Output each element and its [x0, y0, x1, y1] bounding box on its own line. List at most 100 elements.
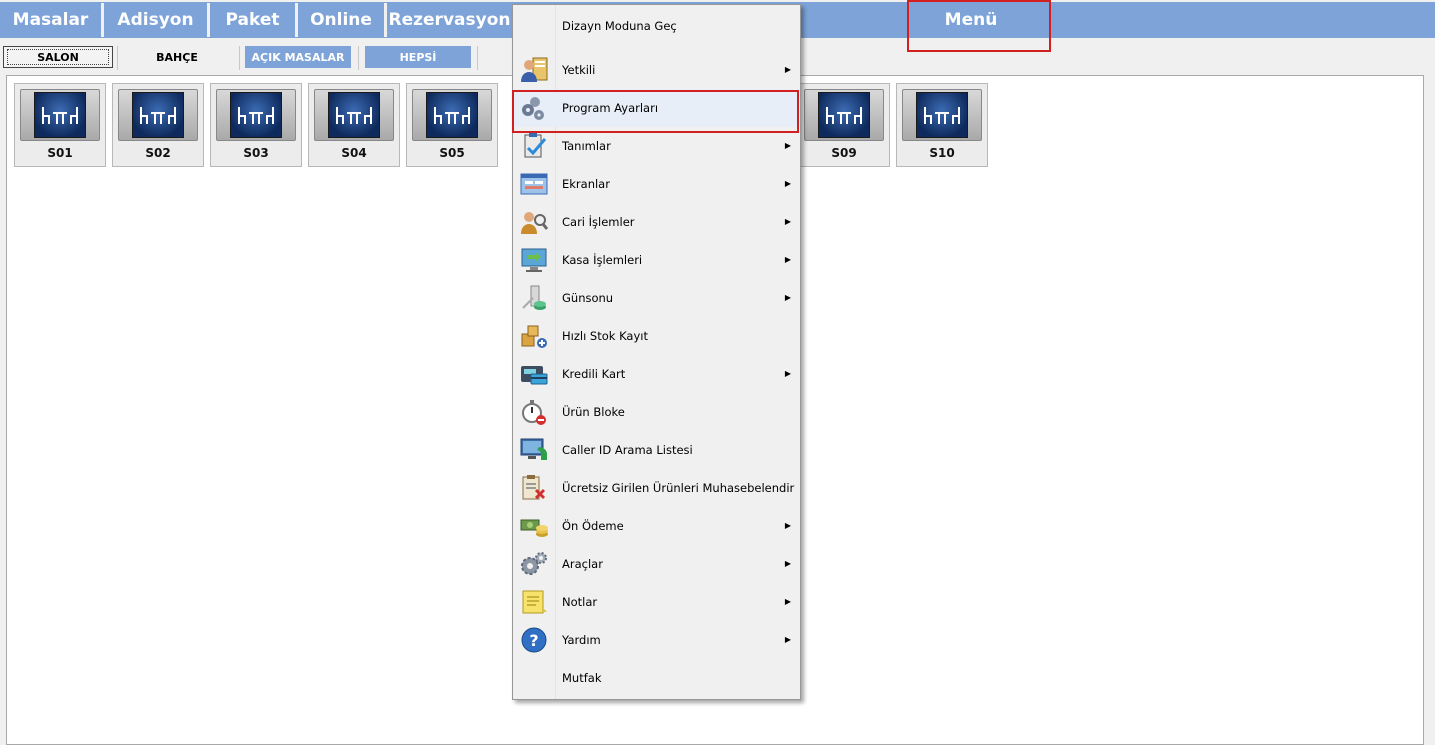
svg-text:?: ?	[529, 631, 538, 650]
tab-online[interactable]: Online	[298, 3, 387, 37]
tab-divider	[477, 46, 478, 70]
table-image	[314, 89, 394, 141]
tab-divider	[117, 46, 118, 70]
table-chairs-icon	[238, 107, 274, 124]
menu-item-label: Ekranlar	[562, 177, 610, 191]
menu-item-hizli-stok-kayit[interactable]: Hızlı Stok Kayıt	[514, 317, 799, 355]
screen-window-icon	[519, 170, 549, 198]
menu-item-label: Tanımlar	[562, 139, 611, 153]
menu-item-label: Dizayn Moduna Geç	[562, 19, 677, 33]
menu-item-mutfak[interactable]: Mutfak	[514, 659, 799, 697]
submenu-arrow-icon: ▶	[784, 369, 791, 378]
menu-item-kredili-kart[interactable]: Kredili Kart ▶	[514, 355, 799, 393]
tab-adisyon[interactable]: Adisyon	[104, 3, 210, 37]
help-question-icon: ?	[519, 626, 549, 654]
table-image	[804, 89, 884, 141]
menu-item-dizayn-modu[interactable]: Dizayn Moduna Geç	[514, 7, 799, 45]
table-label: S02	[145, 146, 171, 160]
table-tile-s04[interactable]: S04	[308, 83, 400, 167]
tab-rezervasyon[interactable]: Rezervasyon	[387, 3, 512, 37]
table-chairs-icon	[140, 107, 176, 124]
submenu-arrow-icon: ▶	[784, 179, 791, 188]
menu-item-yardim[interactable]: ? Yardım ▶	[514, 621, 799, 659]
day-end-icon	[519, 284, 549, 312]
menu-item-label: Notlar	[562, 595, 598, 609]
table-tile-s09[interactable]: S09	[798, 83, 890, 167]
table-chairs-icon	[42, 107, 78, 124]
phone-monitor-icon	[519, 436, 549, 464]
menu-item-label: Program Ayarları	[562, 101, 659, 115]
submenu-arrow-icon: ▶	[784, 217, 791, 226]
menu-item-label: Kasa İşlemleri	[562, 253, 643, 267]
menu-item-ucretsiz-urunler[interactable]: Ücretsiz Girilen Ürünleri Muhasebelendir	[514, 469, 799, 507]
money-coins-icon	[519, 512, 549, 540]
boxes-add-icon	[519, 322, 549, 350]
monitor-arrow-icon	[519, 246, 549, 274]
table-chairs-icon	[336, 107, 372, 124]
menu-item-cari-islemler[interactable]: Cari İşlemler ▶	[514, 203, 799, 241]
area-tab-salon[interactable]: SALON	[3, 46, 113, 68]
menu-item-label: Caller ID Arama Listesi	[562, 443, 693, 457]
table-label: S05	[439, 146, 465, 160]
submenu-arrow-icon: ▶	[784, 293, 791, 302]
menu-item-label: Cari İşlemler	[562, 215, 635, 229]
card-terminal-icon	[519, 360, 549, 388]
table-tile-s10[interactable]: S10	[896, 83, 988, 167]
table-label: S01	[47, 146, 73, 160]
submenu-arrow-icon: ▶	[784, 559, 791, 568]
menu-item-caller-id[interactable]: Caller ID Arama Listesi	[514, 431, 799, 469]
menu-item-araclar[interactable]: Araçlar ▶	[514, 545, 799, 583]
user-search-icon	[519, 208, 549, 236]
table-label: S10	[929, 146, 955, 160]
table-label: S03	[243, 146, 269, 160]
menu-item-urun-bloke[interactable]: Ürün Bloke	[514, 393, 799, 431]
menu-item-gunsonu[interactable]: Günsonu ▶	[514, 279, 799, 317]
clipboard-x-icon	[519, 474, 549, 502]
menu-item-label: Hızlı Stok Kayıt	[562, 329, 648, 343]
table-tile-s03[interactable]: S03	[210, 83, 302, 167]
table-tile-s05[interactable]: S05	[406, 83, 498, 167]
table-tile-s02[interactable]: S02	[112, 83, 204, 167]
context-menu: Dizayn Moduna Geç Yetkili ▶ Program Ayar…	[512, 4, 801, 700]
table-image	[902, 89, 982, 141]
menu-item-label: Kredili Kart	[562, 367, 626, 381]
table-tile-s01[interactable]: S01	[14, 83, 106, 167]
submenu-arrow-icon: ▶	[784, 521, 791, 530]
notes-icon	[519, 588, 549, 616]
table-chairs-icon	[924, 107, 960, 124]
area-tab-bahce[interactable]: BAHÇE	[119, 46, 235, 68]
menu-item-yetkili[interactable]: Yetkili ▶	[514, 51, 799, 89]
menu-button[interactable]: Menü	[860, 3, 1082, 37]
menu-item-label: Ön Ödeme	[562, 519, 624, 533]
menu-item-ekranlar[interactable]: Ekranlar ▶	[514, 165, 799, 203]
menu-item-label: Yetkili	[562, 63, 596, 77]
tab-divider	[358, 46, 359, 70]
table-label: S04	[341, 146, 367, 160]
submenu-arrow-icon: ▶	[784, 255, 791, 264]
gears-icon	[519, 550, 549, 578]
tab-masalar[interactable]: Masalar	[0, 3, 104, 37]
menu-item-label: Ürün Bloke	[562, 405, 625, 419]
submenu-arrow-icon: ▶	[784, 141, 791, 150]
menu-item-on-odeme[interactable]: Ön Ödeme ▶	[514, 507, 799, 545]
submenu-arrow-icon: ▶	[784, 635, 791, 644]
user-clipboard-icon	[519, 56, 549, 84]
table-chairs-icon	[434, 107, 470, 124]
menu-item-label: Araçlar	[562, 557, 603, 571]
area-tab-salon-label: SALON	[7, 49, 109, 65]
table-image	[118, 89, 198, 141]
table-chairs-icon	[826, 107, 862, 124]
table-image	[216, 89, 296, 141]
area-tab-hepsi[interactable]: HEPSİ	[365, 46, 471, 68]
menu-item-tanimlar[interactable]: Tanımlar ▶	[514, 127, 799, 165]
menu-item-program-ayarlari[interactable]: Program Ayarları	[514, 89, 799, 127]
menu-item-kasa-islemleri[interactable]: Kasa İşlemleri ▶	[514, 241, 799, 279]
stopwatch-block-icon	[519, 398, 549, 426]
submenu-arrow-icon: ▶	[784, 65, 791, 74]
tab-paket[interactable]: Paket	[210, 3, 298, 37]
menu-item-label: Günsonu	[562, 291, 614, 305]
area-tab-acik-masalar[interactable]: AÇIK MASALAR	[245, 46, 351, 68]
menu-item-label: Mutfak	[562, 671, 602, 685]
table-image	[20, 89, 100, 141]
menu-item-notlar[interactable]: Notlar ▶	[514, 583, 799, 621]
